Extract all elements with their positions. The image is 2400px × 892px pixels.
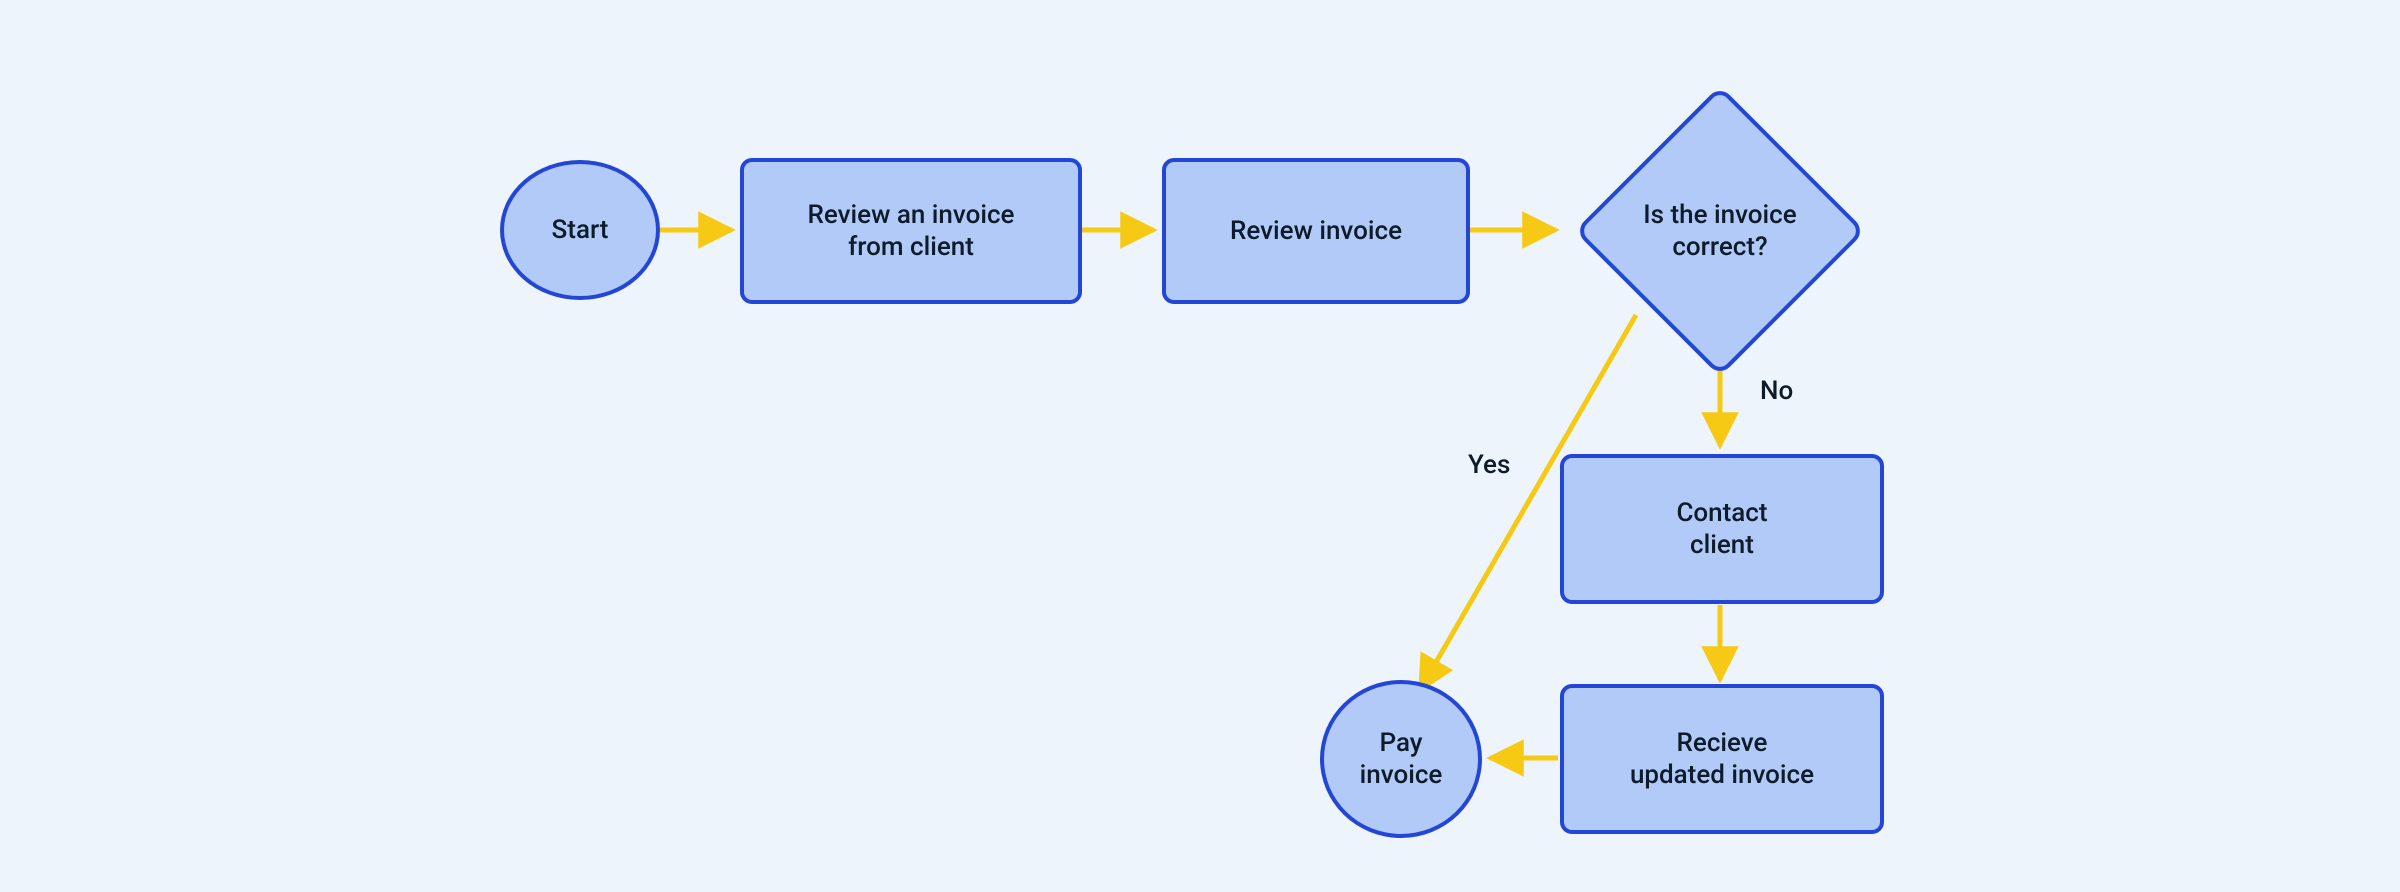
node-review-from-client-label: Review an invoice from client xyxy=(808,199,1015,264)
node-review-invoice-label: Review invoice xyxy=(1230,215,1402,248)
node-start: Start xyxy=(500,160,660,300)
node-decision-label: Is the invoice correct? xyxy=(1643,199,1796,264)
node-receive-updated: Recieve updated invoice xyxy=(1560,684,1884,834)
node-contact-client-label: Contact client xyxy=(1676,497,1767,562)
edge-label-no: No xyxy=(1760,376,1793,406)
flowchart-canvas: Start Review an invoice from client Revi… xyxy=(0,0,2400,892)
node-review-invoice: Review invoice xyxy=(1162,158,1470,304)
node-pay-invoice: Pay invoice xyxy=(1320,680,1482,838)
node-contact-client: Contact client xyxy=(1560,454,1884,604)
node-start-label: Start xyxy=(552,214,609,247)
node-pay-invoice-label: Pay invoice xyxy=(1360,727,1443,792)
edge-label-yes: Yes xyxy=(1468,450,1510,480)
arrows-layer xyxy=(0,0,2400,892)
node-receive-updated-label: Recieve updated invoice xyxy=(1630,727,1814,792)
node-decision: Is the invoice correct? xyxy=(1560,96,1880,366)
node-review-from-client: Review an invoice from client xyxy=(740,158,1082,304)
